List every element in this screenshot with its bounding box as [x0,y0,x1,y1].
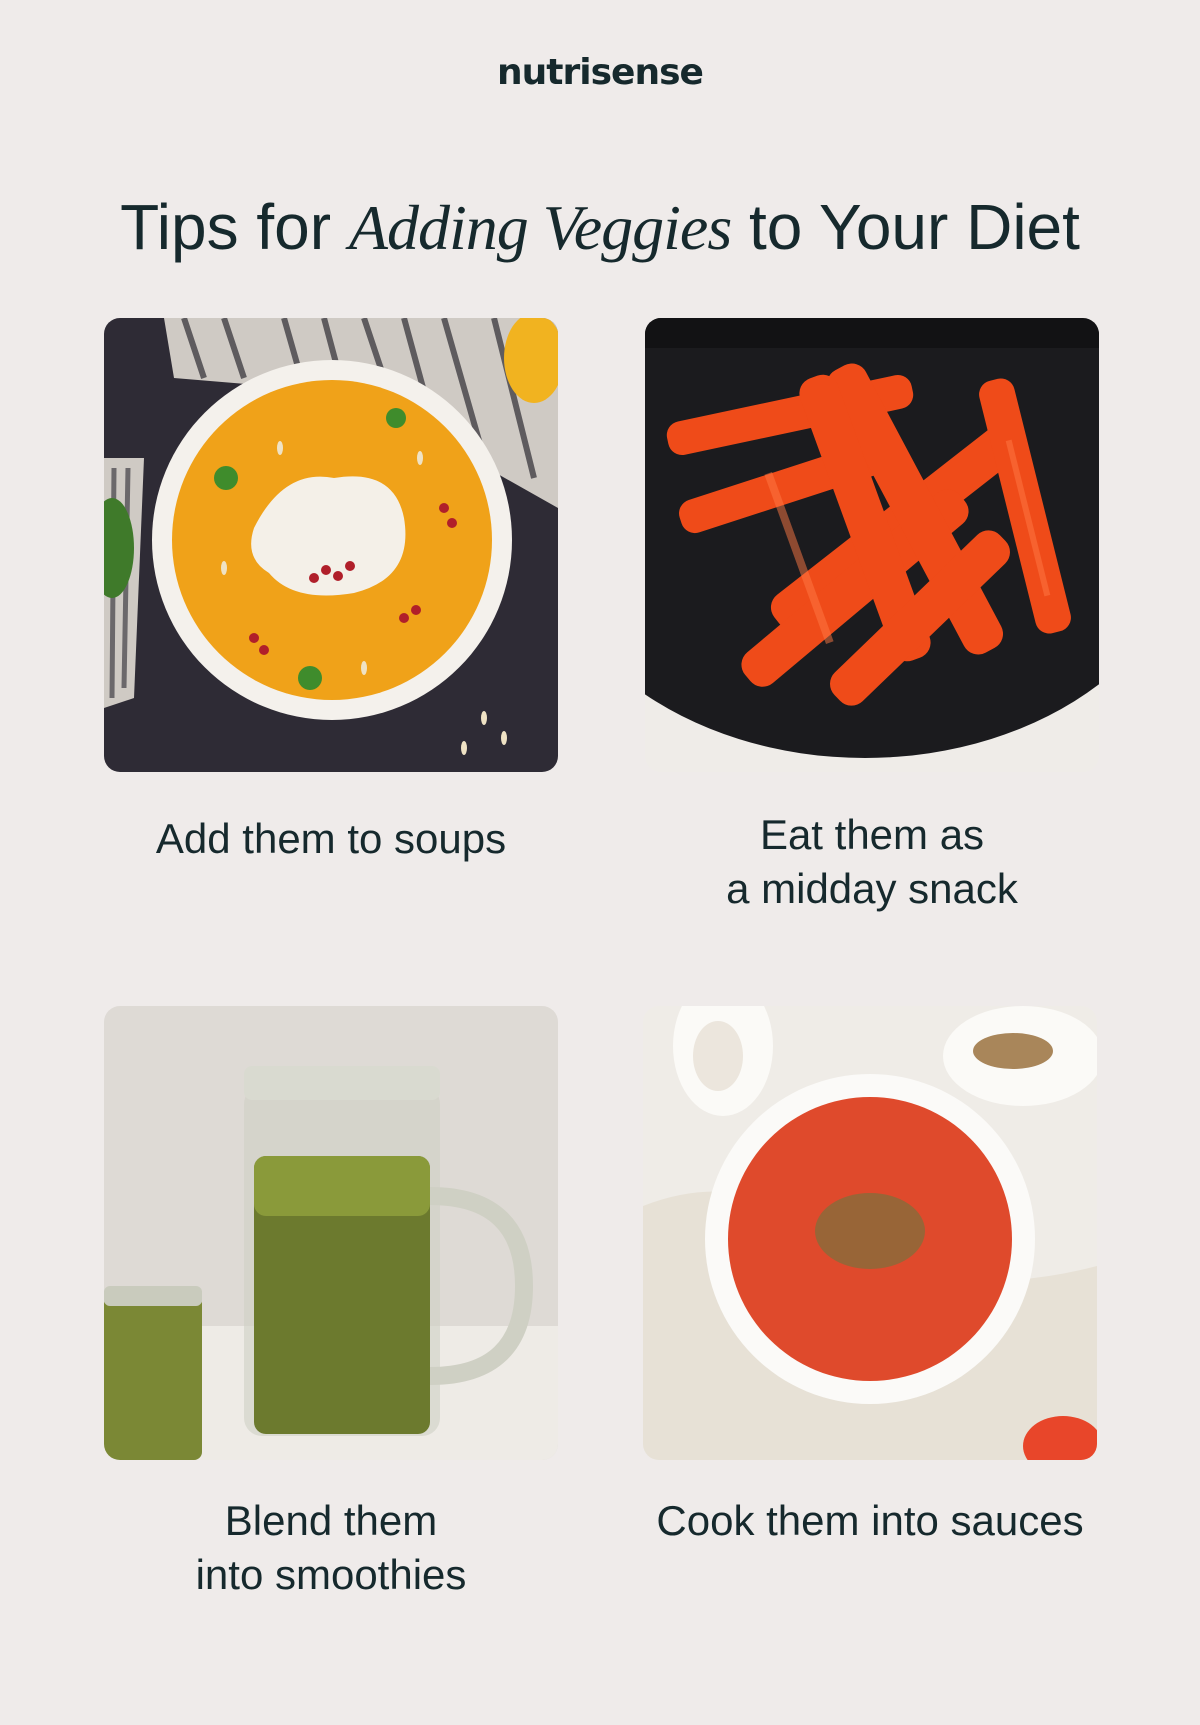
caption-line: a midday snack [726,865,1018,912]
caption-line: Blend them [224,1497,438,1544]
tip-caption-snack: Eat them as a midday snack [645,808,1099,916]
tip-caption-sauces: Cook them into sauces [625,1494,1115,1548]
title-pre: Tips for [120,191,349,263]
green-smoothie-jar-photo [104,1006,558,1460]
pumpkin-soup-photo [104,318,558,772]
title-emphasis: Adding Veggies [348,192,732,263]
caption-line: Add them to soups [155,815,507,862]
brand-logo: nutrisense [497,52,704,93]
tip-caption-smoothies: Blend them into smoothies [104,1494,558,1602]
tip-caption-soups: Add them to soups [104,812,558,866]
caption-line: Cook them into sauces [656,1497,1084,1544]
red-pepper-strips-photo [645,318,1099,772]
caption-line: into smoothies [195,1551,467,1598]
caption-line: Eat them as [759,811,985,858]
page-title: Tips for Adding Veggies to Your Diet [0,190,1200,265]
title-post: to Your Diet [731,191,1080,263]
tomato-sauce-bowl-photo [643,1006,1097,1460]
